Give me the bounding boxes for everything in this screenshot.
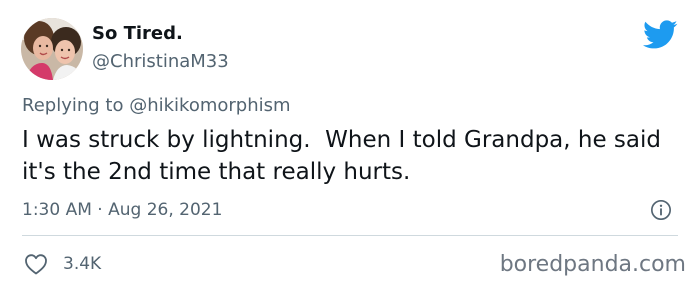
reply-prefix: Replying to xyxy=(22,95,130,116)
reply-context: Replying to @hikikomorphism xyxy=(22,94,291,118)
reply-mention-link[interactable]: @hikikomorphism xyxy=(129,95,290,116)
tweet-time: 1:30 AM xyxy=(22,200,92,220)
twitter-bird-icon[interactable] xyxy=(643,20,678,50)
tweet-timestamp[interactable]: 1:30 AM · Aug 26, 2021 xyxy=(22,198,222,222)
like-button[interactable]: 3.4K xyxy=(24,251,101,277)
tweet-card: So Tired. @ChristinaM33 Replying to @hik… xyxy=(0,0,700,288)
avatar-photo xyxy=(21,18,83,80)
heart-icon xyxy=(25,254,47,275)
info-icon[interactable] xyxy=(650,199,672,221)
avatar[interactable] xyxy=(21,18,83,80)
display-name[interactable]: So Tired. xyxy=(92,22,183,46)
tweet-text: I was struck by lightning. When I told G… xyxy=(22,127,669,185)
watermark: boredpanda.com xyxy=(499,252,686,277)
tweet-date: Aug 26, 2021 xyxy=(108,200,223,220)
user-handle[interactable]: @ChristinaM33 xyxy=(92,50,229,74)
divider xyxy=(22,235,678,236)
meta-separator: · xyxy=(91,200,109,220)
like-count: 3.4K xyxy=(63,254,102,274)
